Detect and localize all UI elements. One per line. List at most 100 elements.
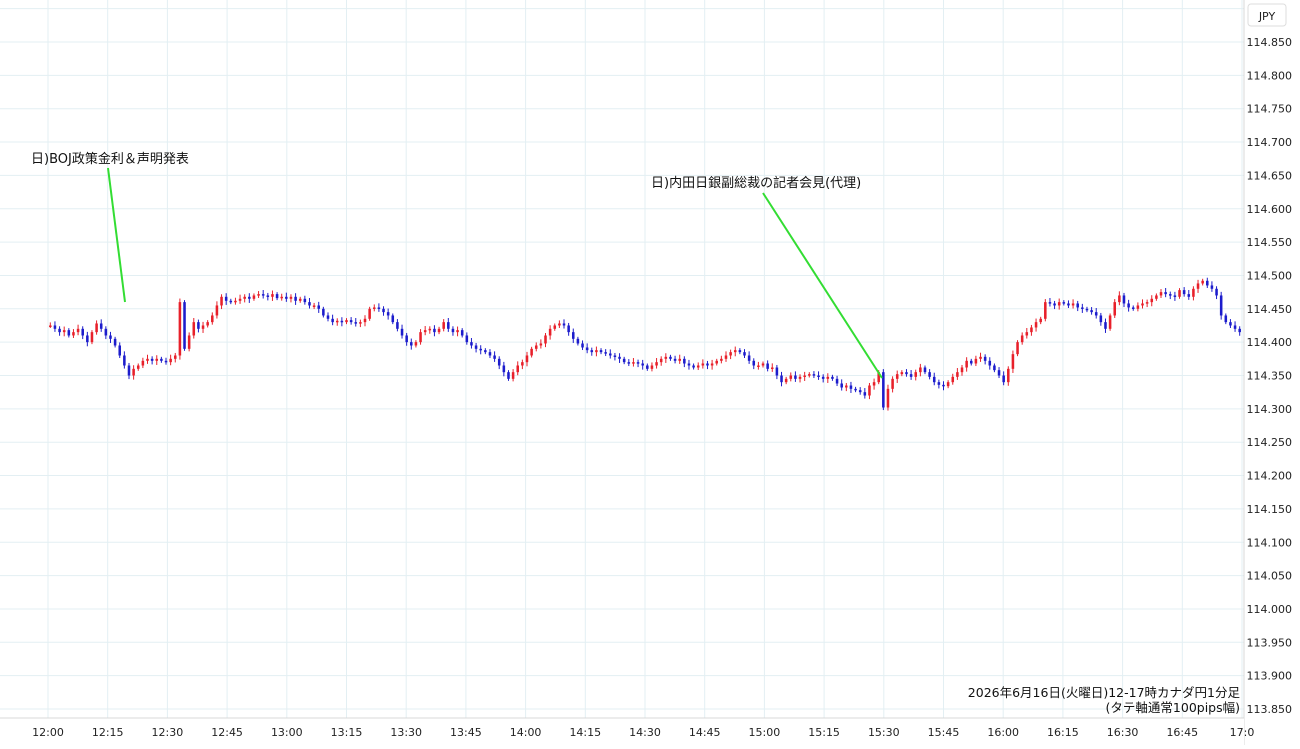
candle-body (396, 322, 399, 329)
candle-body (386, 312, 390, 316)
x-tick-label: 16:45 (1166, 726, 1198, 739)
candle-body (465, 335, 469, 343)
candle-body (349, 320, 353, 323)
candle-body (766, 363, 769, 369)
candle-body (183, 302, 186, 349)
candle-body (377, 307, 381, 309)
y-tick-label: 114.400 (1247, 336, 1293, 349)
candle-body (1141, 303, 1144, 306)
candle-body (632, 362, 635, 364)
candle-body (72, 332, 75, 336)
candle-body (886, 388, 890, 408)
candle-body (53, 325, 57, 329)
candle-body (322, 308, 325, 316)
x-tick-label: 13:30 (390, 726, 422, 739)
candle-body (937, 382, 941, 385)
y-tick-label: 114.500 (1247, 269, 1293, 282)
candle-body (1238, 328, 1241, 333)
candle-body (581, 343, 584, 348)
candle-body (1053, 303, 1056, 306)
candle-body (136, 365, 140, 369)
candle-body (201, 325, 205, 329)
candle-body (720, 358, 723, 361)
candle-body (636, 362, 640, 364)
candle-body (905, 372, 908, 375)
candle-body (956, 372, 959, 377)
candle-body (49, 325, 52, 327)
candle-body (928, 372, 931, 377)
y-tick-label: 114.450 (1247, 303, 1293, 316)
candle-body (428, 328, 432, 331)
candle-body (1113, 302, 1117, 316)
y-tick-label: 114.600 (1247, 203, 1293, 216)
x-tick-label: 14:15 (569, 726, 601, 739)
candle-body (604, 352, 607, 354)
candle-body (1108, 315, 1112, 329)
candle-body (650, 365, 654, 369)
candle-body (113, 338, 117, 346)
candle-body (252, 295, 256, 299)
candle-body (187, 335, 191, 349)
candle-body (192, 322, 196, 336)
candle-body (215, 305, 219, 316)
y-tick-label: 114.850 (1247, 36, 1293, 49)
candle-body (567, 325, 570, 333)
candle-body (76, 328, 80, 333)
candle-body (669, 356, 672, 359)
y-tick-label: 113.900 (1247, 670, 1293, 683)
y-tick-label: 114.750 (1247, 103, 1293, 116)
candle-body (234, 300, 237, 303)
candle-body (1034, 322, 1038, 328)
candle-body (127, 365, 131, 376)
candle-body (372, 307, 376, 309)
x-tick-label: 13:45 (450, 726, 482, 739)
y-tick-label: 114.550 (1247, 236, 1293, 249)
candle-body (761, 363, 765, 366)
y-tick-label: 114.800 (1247, 69, 1293, 82)
candle-body (363, 318, 367, 323)
x-tick-label: 15:15 (808, 726, 840, 739)
candle-body (974, 358, 978, 364)
candle-body (169, 358, 172, 363)
candle-body (872, 382, 876, 386)
candle-body (932, 376, 936, 383)
candle-body (914, 372, 918, 377)
candle-body (659, 358, 663, 363)
x-tick-label: 17:0 (1230, 726, 1255, 739)
candle-body (775, 367, 779, 376)
candle-body (1224, 315, 1228, 323)
candle-body (248, 296, 251, 299)
candle-body (197, 322, 200, 329)
candle-body (331, 318, 334, 323)
candle-body (298, 298, 302, 301)
x-tick-label: 12:30 (152, 726, 184, 739)
candle-body (173, 355, 177, 359)
candle-body (840, 383, 843, 388)
candle-body (405, 335, 408, 343)
candle-body (1210, 285, 1214, 289)
candle-body (770, 367, 774, 369)
candle-body (442, 322, 445, 329)
candle-body (784, 378, 788, 383)
candle-body (1219, 295, 1223, 316)
candle-body (534, 345, 538, 349)
candle-body (243, 296, 246, 299)
candle-body (150, 358, 154, 361)
y-tick-label: 114.050 (1247, 570, 1293, 583)
candle-body (1122, 295, 1126, 304)
candle-body (90, 332, 94, 343)
candle-body (1178, 290, 1181, 297)
candle-body (539, 343, 543, 346)
candle-body (220, 296, 223, 306)
candle-body (280, 296, 283, 299)
candle-body (548, 328, 552, 336)
y-tick-label: 114.150 (1247, 503, 1293, 516)
candle-body (1155, 295, 1158, 299)
candle-body (664, 356, 668, 359)
candle-body (1039, 318, 1042, 323)
candle-body (609, 353, 612, 356)
candle-body (821, 376, 825, 379)
candle-body (1145, 302, 1149, 304)
candle-body (211, 315, 214, 323)
candle-body (835, 378, 839, 384)
